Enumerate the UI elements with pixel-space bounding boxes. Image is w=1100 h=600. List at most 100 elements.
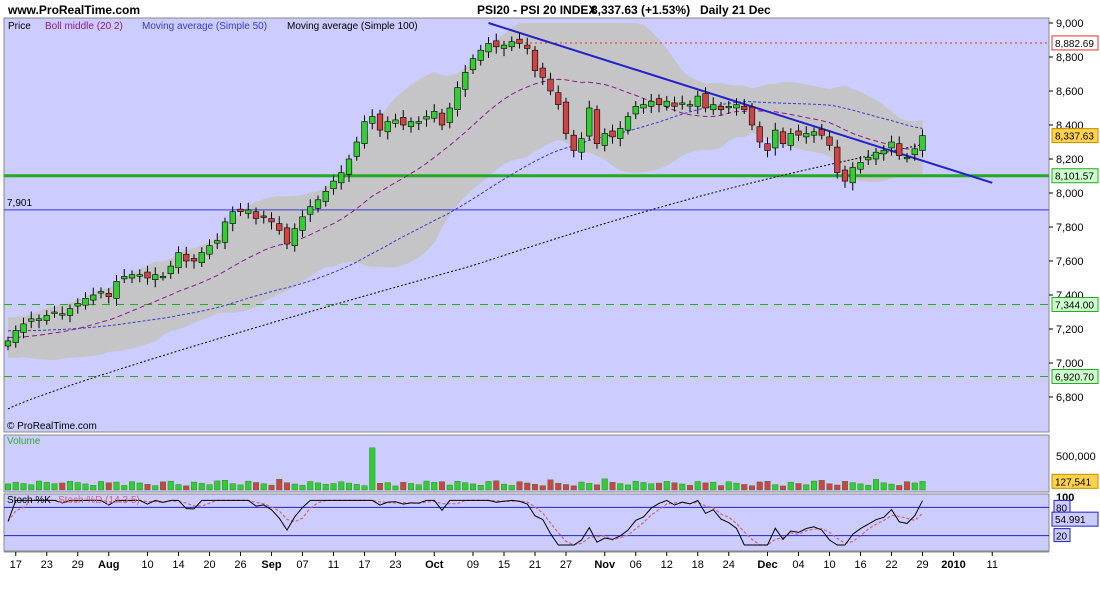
legend-item: Boll middle (20 2) <box>45 21 123 32</box>
volume-bar <box>493 480 500 491</box>
volume-bar <box>66 481 73 491</box>
candle-bull <box>221 221 229 243</box>
x-tick-label: 07 <box>296 559 308 571</box>
volume-bar <box>36 480 43 491</box>
candle-bull <box>911 148 918 156</box>
volume-bar <box>756 481 763 491</box>
volume-bar <box>59 482 66 491</box>
x-tick-label: 22 <box>885 559 897 571</box>
volume-bar <box>43 482 50 491</box>
y-tick-label: 7,200 <box>1056 324 1084 336</box>
volume-bar <box>539 485 546 491</box>
volume-bar <box>245 480 252 491</box>
volume-bar <box>617 483 624 491</box>
x-tick-label: Oct <box>425 559 444 571</box>
candle-bull <box>446 107 453 123</box>
candle-bull <box>97 291 105 294</box>
candle-bull <box>361 121 368 144</box>
volume-bar <box>268 484 275 491</box>
volume-bar <box>849 482 856 491</box>
candle-bear <box>593 109 601 144</box>
y-tick-label: 7,800 <box>1056 222 1084 234</box>
volume-bar <box>377 483 384 491</box>
candle-bull <box>787 133 794 146</box>
x-tick-label: Aug <box>98 559 119 571</box>
volume-bar <box>423 480 430 491</box>
volume-bar <box>865 485 872 491</box>
volume-bar <box>237 484 244 491</box>
candle-bull <box>345 158 353 175</box>
candle-bull <box>725 106 732 109</box>
candle-bull <box>28 318 35 322</box>
candle-bull <box>431 111 438 119</box>
x-tick-label: 17 <box>10 559 22 571</box>
volume-bar <box>190 481 197 491</box>
volume-bar <box>842 481 849 491</box>
candle-bear <box>252 211 260 219</box>
volume-bar <box>183 485 190 491</box>
volume-bar <box>400 481 407 491</box>
volume-title: Volume <box>7 436 41 447</box>
candle-bear <box>818 128 825 136</box>
volume-bar <box>888 483 895 491</box>
volume-bar <box>826 483 833 491</box>
candle-bear <box>562 101 570 134</box>
volume-bar <box>702 482 709 491</box>
volume-bar <box>20 483 27 491</box>
volume-bar <box>446 484 453 491</box>
volume-bar <box>338 481 345 491</box>
candle-bull <box>857 162 864 170</box>
volume-bar <box>485 481 492 491</box>
volume-bar <box>671 482 678 491</box>
volume-bar <box>12 481 19 491</box>
stoch-current-label: 54.991 <box>1055 515 1086 526</box>
candle-bull <box>113 281 120 299</box>
candle-bull <box>849 167 856 184</box>
candle-bull <box>710 104 717 110</box>
candle-bull <box>245 209 252 214</box>
volume-bar <box>648 483 655 491</box>
volume-bar <box>353 484 360 491</box>
volume-bar <box>82 483 89 491</box>
stoch-y-label: 20 <box>1056 532 1068 543</box>
candle-bear <box>183 253 190 262</box>
candle-bear <box>547 78 554 92</box>
candle-bear <box>400 117 407 126</box>
candle-bull <box>4 340 12 347</box>
x-tick-label: 21 <box>529 559 541 571</box>
candle-bull <box>206 245 213 255</box>
volume-bar <box>811 480 818 491</box>
volume-bar <box>880 482 887 491</box>
candle-bull <box>353 141 360 157</box>
volume-bar <box>532 484 539 491</box>
volume-bar <box>501 483 508 491</box>
candle-bear <box>826 136 833 146</box>
candle-bull <box>903 157 911 160</box>
candle-bear <box>702 93 709 109</box>
candle-bull <box>314 199 322 209</box>
volume-bar <box>586 483 593 491</box>
volume-bar <box>547 479 554 491</box>
candle-bull <box>578 138 585 153</box>
candle-bear <box>531 49 539 71</box>
candle-bull <box>500 44 508 49</box>
y-tick-label: 8,200 <box>1056 154 1084 166</box>
candle-bear <box>268 218 275 223</box>
x-tick-label: 12 <box>661 559 673 571</box>
volume-bar <box>315 482 322 491</box>
x-tick-label: 29 <box>72 559 84 571</box>
candle-bull <box>694 95 701 107</box>
candle-bull <box>477 49 484 61</box>
candle-bear <box>438 112 446 126</box>
x-tick-label: Nov <box>594 559 616 571</box>
volume-bar <box>919 481 926 491</box>
volume-bar <box>128 481 135 491</box>
volume-bar <box>578 481 585 491</box>
y-tick-label: 6,800 <box>1056 392 1084 404</box>
candle-bull <box>299 216 306 231</box>
candle-bull <box>307 206 314 215</box>
candle-bear <box>539 67 546 78</box>
level-label: 7,344.00 <box>1055 301 1094 312</box>
candle-bull <box>330 180 337 190</box>
chart-canvas[interactable]: 9,0008,8008,6008,4008,2008,0007,8007,600… <box>0 0 1100 600</box>
